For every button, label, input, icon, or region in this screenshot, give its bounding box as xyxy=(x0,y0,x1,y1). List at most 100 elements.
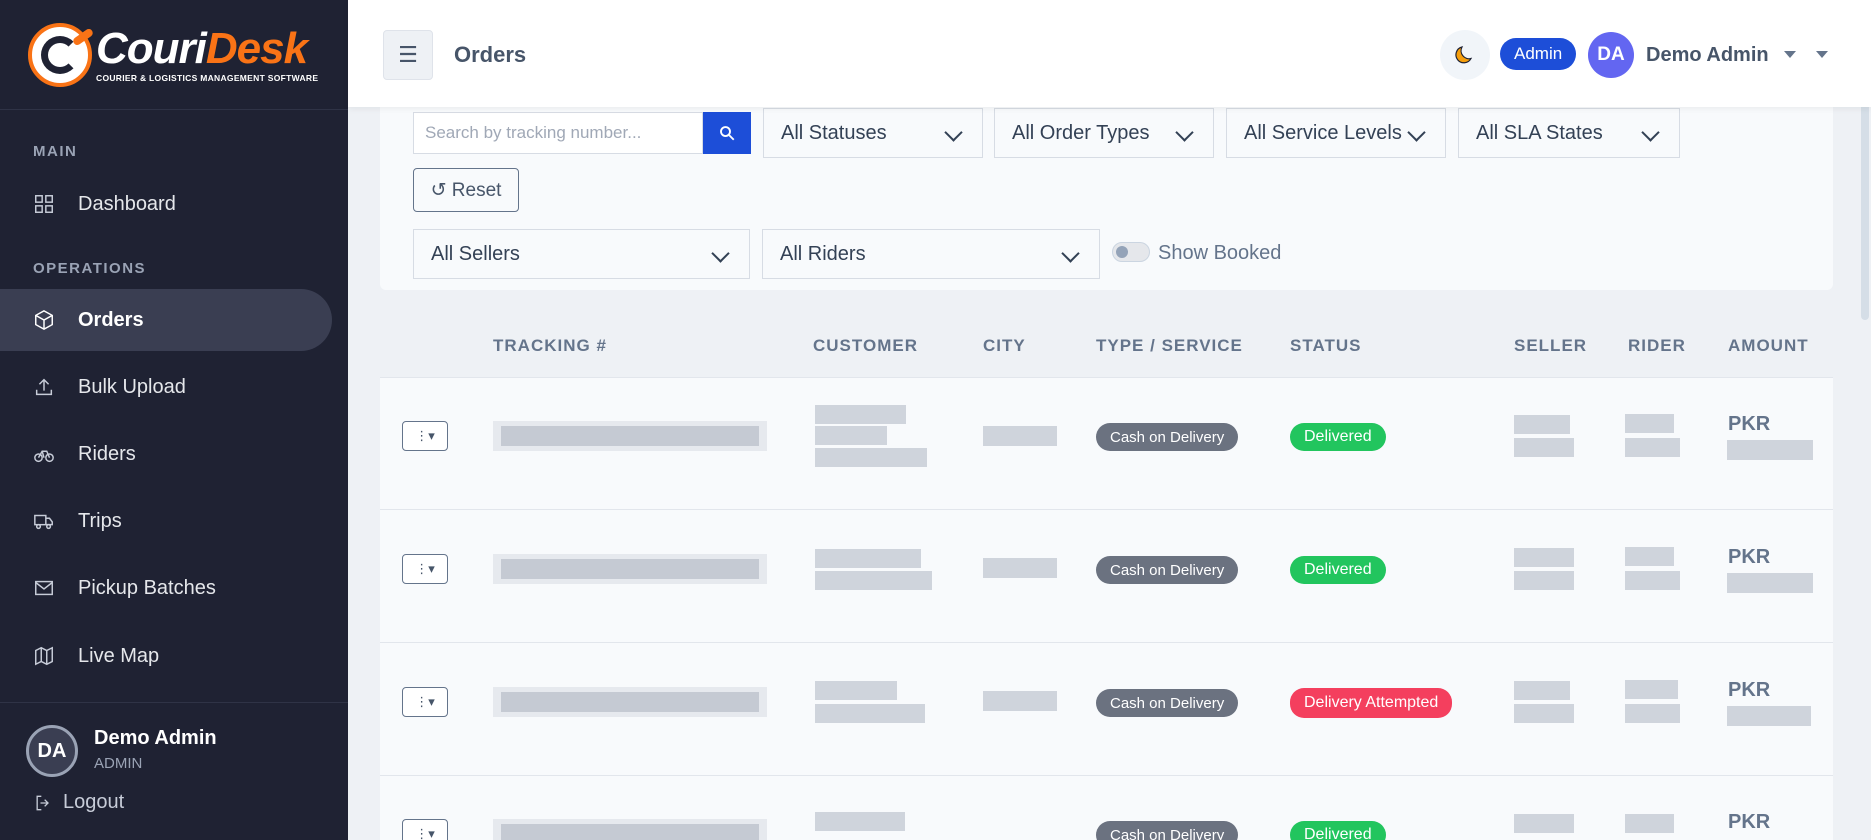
rider-filter-select[interactable]: All Riders xyxy=(762,229,1100,279)
city-redacted xyxy=(983,558,1057,578)
show-booked-toggle[interactable] xyxy=(1112,242,1150,262)
sla-state-filter-select[interactable]: All SLA States xyxy=(1458,108,1680,158)
tracking-number-redacted[interactable] xyxy=(493,687,767,717)
avatar[interactable]: DA xyxy=(1588,32,1634,78)
search-icon xyxy=(720,126,735,141)
type-service-badge: Cash on Delivery xyxy=(1096,821,1239,840)
amount-currency: PKR xyxy=(1728,679,1771,701)
globe-logo-icon xyxy=(28,22,95,87)
amount-currency: PKR xyxy=(1728,546,1771,568)
chevron-down-icon[interactable] xyxy=(1816,51,1828,58)
column-header-tracking[interactable]: TRACKING # xyxy=(493,336,607,356)
customer-redacted xyxy=(815,681,897,700)
amount-redacted xyxy=(1727,573,1813,593)
chevron-down-icon xyxy=(1175,123,1194,142)
rider-redacted xyxy=(1625,680,1678,699)
chevron-down-icon xyxy=(1641,123,1660,142)
sidebar-item-trips[interactable]: Trips xyxy=(0,490,332,552)
sidebar-item-label: Bulk Upload xyxy=(78,375,186,398)
column-header-rider[interactable]: RIDER xyxy=(1628,336,1686,356)
column-header-seller[interactable]: SELLER xyxy=(1514,336,1587,356)
upload-icon xyxy=(33,376,55,398)
tracking-number-redacted[interactable] xyxy=(493,421,767,451)
table-row[interactable]: ⋮▾ Cash on Delivery Delivered PKR xyxy=(380,511,1833,643)
customer-redacted xyxy=(815,426,887,445)
select-value: All Sellers xyxy=(431,242,520,265)
status-filter-select[interactable]: All Statuses xyxy=(763,108,983,158)
select-value: All Service Levels xyxy=(1244,121,1402,144)
search-button[interactable] xyxy=(703,112,751,154)
sidebar-item-label: Dashboard xyxy=(78,192,176,215)
rider-redacted xyxy=(1625,571,1680,590)
seller-redacted xyxy=(1514,571,1574,590)
customer-redacted xyxy=(815,448,927,467)
status-badge: Delivered xyxy=(1290,821,1386,840)
nav-section-operations: OPERATIONS xyxy=(33,260,147,277)
city-redacted xyxy=(983,691,1057,711)
brand-logo[interactable]: CouriDesk COURIER & LOGISTICS MANAGEMENT… xyxy=(0,0,348,110)
row-actions-button[interactable]: ⋮▾ xyxy=(402,554,448,584)
chevron-down-icon xyxy=(711,244,730,263)
customer-redacted xyxy=(815,571,932,590)
package-icon xyxy=(33,309,55,331)
search-input[interactable]: Search by tracking number... xyxy=(413,112,703,154)
seller-redacted xyxy=(1514,415,1570,434)
bicycle-icon xyxy=(33,443,55,465)
avatar[interactable]: DA xyxy=(26,725,78,777)
status-badge: Delivery Attempted xyxy=(1290,688,1453,718)
column-header-city[interactable]: CITY xyxy=(983,336,1026,356)
customer-redacted xyxy=(815,704,925,723)
row-actions-button[interactable]: ⋮▾ xyxy=(402,819,448,840)
nav-section-main: MAIN xyxy=(33,143,78,160)
chevron-down-icon xyxy=(944,123,963,142)
chevron-down-icon xyxy=(1061,244,1080,263)
table-row[interactable]: ⋮▾ Cash on Delivery Delivered PKR xyxy=(380,378,1833,510)
row-actions-button[interactable]: ⋮▾ xyxy=(402,687,448,717)
sidebar-item-dashboard[interactable]: Dashboard xyxy=(0,173,332,235)
chevron-down-icon xyxy=(1407,123,1426,142)
column-header-status[interactable]: STATUS xyxy=(1290,336,1361,356)
topbar: ☰ Orders Admin DA Demo Admin xyxy=(348,0,1871,107)
rider-redacted xyxy=(1625,438,1680,457)
sidebar-item-orders[interactable]: Orders xyxy=(0,289,332,351)
hamburger-menu-button[interactable]: ☰ xyxy=(383,30,433,80)
chevron-down-icon[interactable] xyxy=(1784,51,1796,58)
type-service-badge: Cash on Delivery xyxy=(1096,423,1239,451)
sidebar-item-bulk-upload[interactable]: Bulk Upload xyxy=(0,356,332,418)
sidebar-item-live-map[interactable]: Live Map xyxy=(0,625,332,687)
page-title: Orders xyxy=(454,42,527,67)
reset-button[interactable]: ↺ Reset xyxy=(413,168,519,212)
amount-currency: PKR xyxy=(1728,413,1771,435)
seller-redacted xyxy=(1514,681,1570,700)
seller-filter-select[interactable]: All Sellers xyxy=(413,229,750,279)
sidebar-user-panel: DA Demo Admin ADMIN Logout xyxy=(0,702,348,840)
amount-redacted xyxy=(1727,706,1811,726)
user-name: Demo Admin xyxy=(94,727,217,749)
role-badge: Admin xyxy=(1500,38,1577,70)
column-header-amount[interactable]: AMOUNT xyxy=(1728,336,1809,356)
service-level-filter-select[interactable]: All Service Levels xyxy=(1226,108,1446,158)
truck-icon xyxy=(33,510,55,532)
map-icon xyxy=(33,645,55,667)
customer-redacted xyxy=(815,405,906,424)
customer-redacted xyxy=(815,549,921,568)
column-header-customer[interactable]: CUSTOMER xyxy=(813,336,918,356)
mail-icon xyxy=(33,577,55,599)
theme-toggle-button[interactable] xyxy=(1440,30,1490,80)
sidebar-item-label: Live Map xyxy=(78,644,160,667)
tracking-number-redacted[interactable] xyxy=(493,554,767,584)
row-actions-button[interactable]: ⋮▾ xyxy=(402,421,448,451)
user-menu-name[interactable]: Demo Admin xyxy=(1646,44,1769,67)
table-row[interactable]: ⋮▾ Cash on Delivery Delivered PKR xyxy=(380,777,1833,840)
column-header-type-service[interactable]: TYPE / SERVICE xyxy=(1096,336,1243,356)
status-badge: Delivered xyxy=(1290,423,1386,451)
logout-link[interactable]: Logout xyxy=(33,791,124,814)
sidebar-item-riders[interactable]: Riders xyxy=(0,423,332,485)
table-row[interactable]: ⋮▾ Cash on Delivery Delivery Attempted P… xyxy=(380,644,1833,776)
sidebar-item-pickup-batches[interactable]: Pickup Batches xyxy=(0,557,332,619)
order-type-filter-select[interactable]: All Order Types xyxy=(994,108,1214,158)
tracking-number-redacted[interactable] xyxy=(493,819,767,840)
seller-redacted xyxy=(1514,548,1574,567)
select-value: All Order Types xyxy=(1012,121,1150,144)
sidebar-item-label: Orders xyxy=(78,308,144,331)
